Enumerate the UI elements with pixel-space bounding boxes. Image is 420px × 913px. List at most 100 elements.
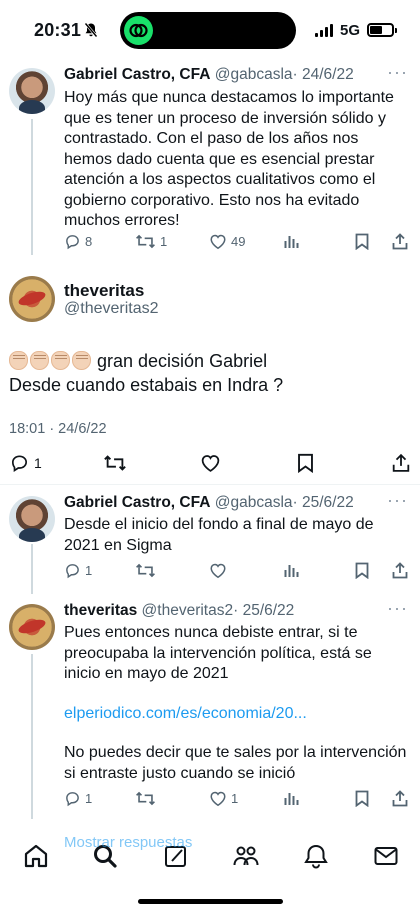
clapping-hands-emoji <box>9 351 91 370</box>
signal-icon <box>314 23 333 37</box>
like-button[interactable]: 1 <box>209 790 238 807</box>
bookmark-button[interactable] <box>355 562 369 579</box>
share-button[interactable] <box>392 562 408 579</box>
author-handle[interactable]: @gabcasla <box>215 66 293 83</box>
communities-icon[interactable] <box>232 842 260 870</box>
share-button[interactable] <box>392 233 408 250</box>
status-time: 20:31 <box>34 20 82 40</box>
status-bar: 20:31 5G <box>0 0 420 62</box>
heart-icon <box>210 791 226 807</box>
tweet-actions: 1 <box>64 562 410 582</box>
bookmark-icon <box>298 453 313 473</box>
main-tweet-actions: 1 <box>9 453 414 473</box>
reply-count: 1 <box>34 455 42 471</box>
views-button[interactable] <box>284 790 299 806</box>
reply-button[interactable]: 1 <box>64 562 92 579</box>
author-name[interactable]: Gabriel Castro, CFA <box>64 66 210 83</box>
reply-icon <box>66 792 79 807</box>
tweet-date: · 25/6/22 <box>292 494 354 511</box>
reply-icon <box>11 455 28 473</box>
tweet-actions: 8 1 49 <box>64 233 410 253</box>
home-icon[interactable] <box>22 842 50 870</box>
tweet-actions: 1 1 <box>64 790 410 810</box>
author-handle[interactable]: @theveritas2 <box>64 300 159 318</box>
like-count: 1 <box>231 791 239 806</box>
main-tweet-line-1: gran decisión Gabriel <box>97 351 268 371</box>
author-handle[interactable]: @gabcasla <box>215 494 293 511</box>
more-options-icon[interactable]: ··· <box>387 598 408 619</box>
bookmark-button[interactable] <box>355 790 369 807</box>
thread-line <box>31 544 33 594</box>
retweet-button[interactable] <box>135 790 156 807</box>
retweet-icon <box>136 234 155 249</box>
avatar[interactable] <box>9 496 55 542</box>
author-handle[interactable]: @theveritas2 <box>142 602 234 619</box>
main-tweet-text: gran decisión Gabriel Desde cuando estab… <box>9 349 283 397</box>
reply-button[interactable]: 1 <box>9 453 42 473</box>
like-button[interactable] <box>200 453 221 473</box>
retweet-button[interactable] <box>135 562 156 579</box>
tweet-text: Pues entonces nunca debiste entrar, si t… <box>64 624 372 682</box>
more-options-icon[interactable]: ··· <box>387 490 408 511</box>
retweet-icon <box>104 455 126 471</box>
share-button[interactable] <box>392 790 408 807</box>
avatar[interactable] <box>9 276 55 322</box>
tweet-date: · 25/6/22 <box>233 602 295 619</box>
share-icon <box>392 562 408 579</box>
share-icon <box>392 233 408 250</box>
analytics-icon <box>284 793 299 805</box>
reply-icon <box>66 564 79 579</box>
more-options-icon[interactable]: ··· <box>387 62 408 83</box>
messages-icon[interactable] <box>372 842 400 870</box>
retweet-button[interactable] <box>103 453 127 473</box>
dynamic-island <box>120 12 296 49</box>
reply-count: 1 <box>85 563 93 578</box>
tweet-text: Desde el inicio del fondo a final de may… <box>64 516 374 554</box>
like-button[interactable] <box>209 562 227 579</box>
home-indicator <box>138 899 283 904</box>
bookmark-icon <box>355 562 369 579</box>
tweet-text: Hoy más que nunca destacamos lo importan… <box>64 89 394 229</box>
tweet-date: · 24/6/22 <box>292 66 354 83</box>
divider <box>0 484 420 485</box>
silent-bell-icon <box>84 22 98 38</box>
bookmark-button[interactable] <box>297 453 314 473</box>
views-button[interactable] <box>284 562 299 578</box>
call-activity-icon <box>124 16 153 45</box>
tweet-header: Gabriel Castro, CFA @gabcasla· 24/6/22 <box>64 66 354 84</box>
author-name[interactable]: Gabriel Castro, CFA <box>64 494 210 511</box>
like-button[interactable]: 49 <box>209 233 245 250</box>
analytics-icon <box>284 565 299 577</box>
retweet-icon <box>136 791 155 806</box>
reply-button[interactable]: 1 <box>64 790 92 807</box>
notifications-icon[interactable] <box>302 842 330 870</box>
thread-line <box>31 654 33 819</box>
avatar[interactable] <box>9 604 55 650</box>
tweet-header: Gabriel Castro, CFA @gabcasla· 25/6/22 <box>64 494 354 512</box>
bookmark-button[interactable] <box>355 233 369 250</box>
retweet-icon <box>136 563 155 578</box>
views-button[interactable] <box>284 233 299 249</box>
avatar[interactable] <box>9 68 55 114</box>
retweet-button[interactable]: 1 <box>135 233 167 250</box>
thread-line <box>31 119 33 255</box>
bookmark-icon <box>355 790 369 807</box>
bookmark-icon <box>355 233 369 250</box>
reply-count: 8 <box>85 234 93 249</box>
heart-icon <box>210 563 226 579</box>
author-name[interactable]: theveritas <box>64 281 144 301</box>
article-link[interactable]: elperiodico.com/es/economia/20... <box>64 704 410 725</box>
main-tweet-line-2: Desde cuando estabais en Indra ? <box>9 375 284 395</box>
like-count: 49 <box>231 234 246 249</box>
reply-count: 1 <box>85 791 93 806</box>
heart-icon <box>210 234 226 250</box>
show-replies-link[interactable]: Mostrar respuestas <box>64 834 192 851</box>
share-button[interactable] <box>392 453 410 473</box>
share-icon <box>392 790 408 807</box>
retweet-count: 1 <box>160 234 168 249</box>
analytics-icon <box>284 236 299 248</box>
author-name[interactable]: theveritas <box>64 602 137 619</box>
reply-button[interactable]: 8 <box>64 233 92 250</box>
tweet-text-2: No puedes decir que te sales por la inte… <box>64 744 407 782</box>
share-icon <box>392 453 410 472</box>
